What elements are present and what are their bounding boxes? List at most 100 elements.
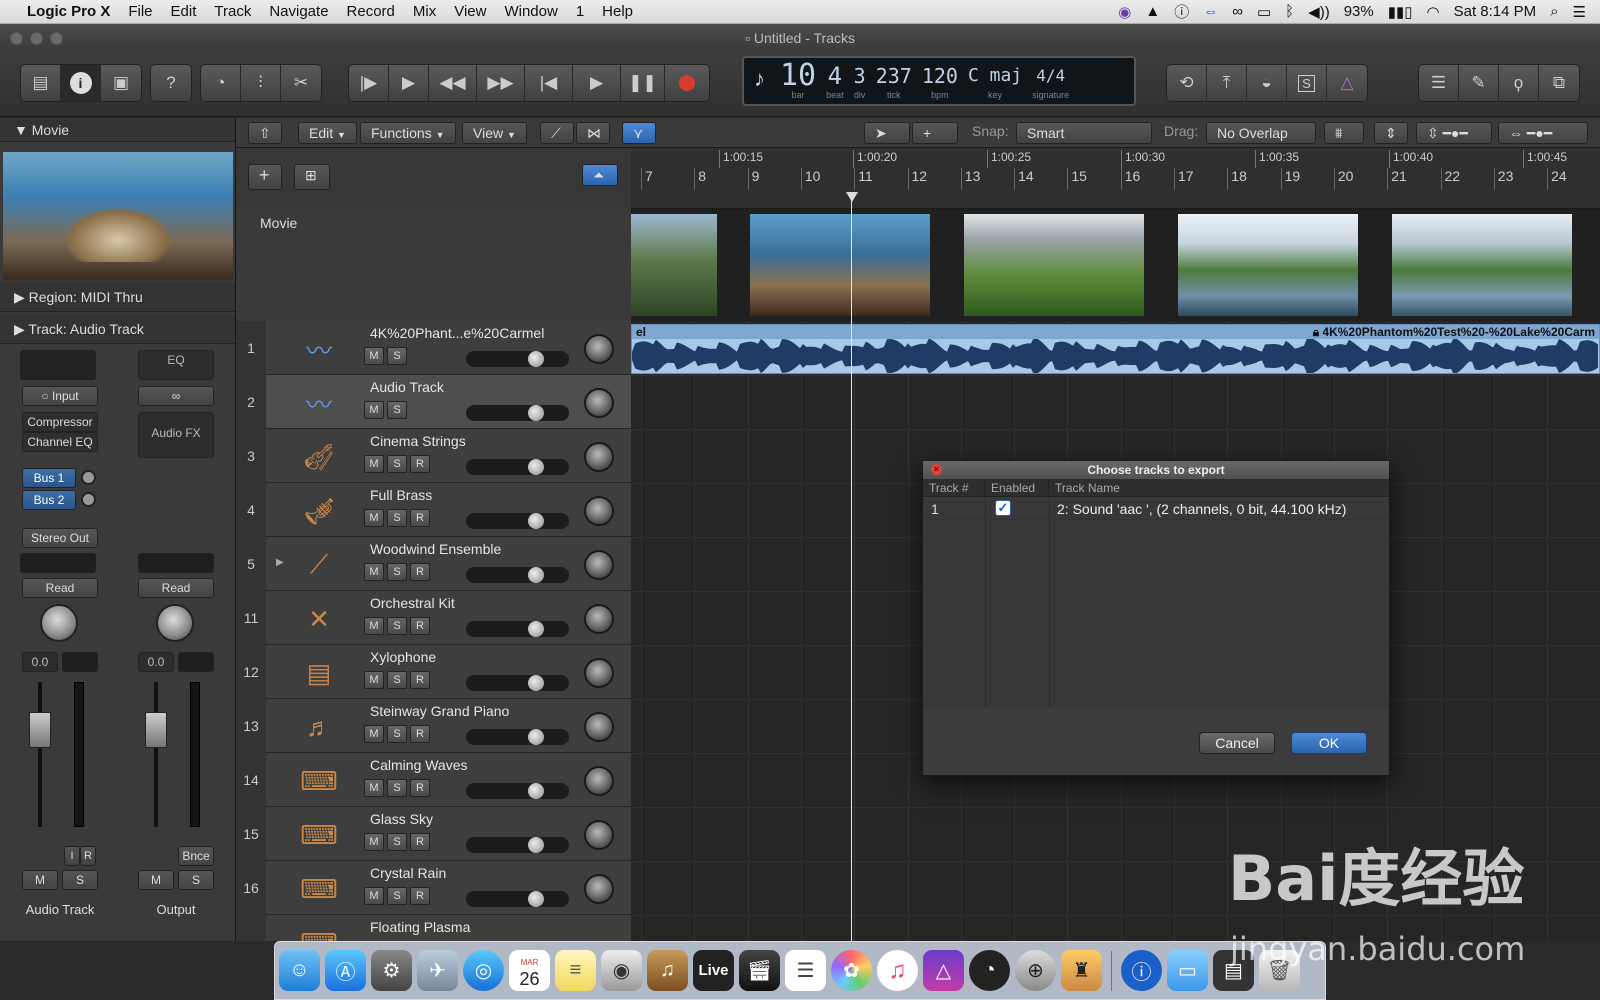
- track-pan-knob[interactable]: [584, 658, 614, 688]
- timeline-ruler[interactable]: 1:00:15 1:00:20 1:00:25 1:00:30 1:00:35 1:00:…: [631, 148, 1600, 209]
- bluetooth-icon[interactable]: ᛒ: [1285, 3, 1294, 20]
- browsers-button[interactable]: ⧉: [1539, 65, 1579, 101]
- track-name[interactable]: Xylophone: [370, 649, 436, 665]
- pan-knob[interactable]: [40, 604, 78, 642]
- smart-controls-button[interactable]: ◔: [201, 65, 241, 101]
- pencil-tool-menu[interactable]: +: [912, 122, 958, 144]
- menu-view[interactable]: View: [445, 3, 495, 20]
- track-volume-handle[interactable]: [528, 891, 544, 907]
- menu-1[interactable]: 1: [567, 3, 593, 20]
- track-header-row[interactable]: 15 ⌨ Glass Sky M S R: [236, 807, 631, 861]
- track-volume-handle[interactable]: [528, 729, 544, 745]
- track-header-row[interactable]: 1 〰 4K%20Phant...e%20Carmel M S: [236, 321, 631, 375]
- record-enable-button[interactable]: R: [410, 671, 430, 689]
- track-pan-knob[interactable]: [584, 766, 614, 796]
- final-cut-icon[interactable]: 🎬︎: [739, 950, 780, 991]
- solo-strip-button[interactable]: S: [62, 870, 98, 890]
- menu-record[interactable]: Record: [338, 3, 404, 20]
- solo-button[interactable]: S: [387, 671, 407, 689]
- photos-icon[interactable]: ✿: [831, 950, 872, 991]
- garageband-icon[interactable]: ♫: [647, 950, 688, 991]
- track-pan-knob[interactable]: [584, 496, 614, 526]
- menu-navigate[interactable]: Navigate: [260, 3, 337, 20]
- lcd-tempo[interactable]: 120: [922, 62, 958, 90]
- global-tracks-button[interactable]: ⏶: [582, 164, 618, 186]
- functions-menu[interactable]: Functions ▼: [360, 122, 456, 144]
- record-enable-button[interactable]: R: [410, 617, 430, 635]
- vertical-zoom-slider[interactable]: ⇳ ━●━: [1416, 122, 1492, 144]
- solo-button[interactable]: S: [387, 617, 407, 635]
- plugin-slot-compressor[interactable]: Compressor: [22, 412, 98, 432]
- bounce-button[interactable]: Bnce: [178, 846, 214, 866]
- view-menu[interactable]: View ▼: [462, 122, 527, 144]
- mute-button[interactable]: M: [364, 671, 384, 689]
- downloads-folder-icon[interactable]: ▭: [1167, 950, 1208, 991]
- track-volume-slider[interactable]: [466, 783, 569, 799]
- track-header-row[interactable]: 16 ⌨ Crystal Rain M S R: [236, 861, 631, 915]
- audio-fx-slot[interactable]: Audio FX: [138, 412, 214, 458]
- track-section-header[interactable]: ▶ Track: Audio Track: [0, 314, 235, 344]
- dialog-close-icon[interactable]: ×: [931, 464, 942, 475]
- send-bus-1[interactable]: Bus 1: [22, 468, 76, 488]
- track-header-row[interactable]: 5 ▶ ⟋ Woodwind Ensemble M S R: [236, 537, 631, 591]
- send-1-knob[interactable]: [81, 470, 96, 485]
- track-header-row[interactable]: 11 ✕ Orchestral Kit M S R: [236, 591, 631, 645]
- output-automation-mode[interactable]: Read: [138, 578, 214, 598]
- eq-display[interactable]: EQ: [138, 350, 214, 380]
- list-editors-button[interactable]: ☰: [1419, 65, 1459, 101]
- track-volume-handle[interactable]: [528, 837, 544, 853]
- track-volume-slider[interactable]: [466, 675, 569, 691]
- calendar-icon[interactable]: MAR 26: [509, 950, 550, 991]
- add-track-button[interactable]: +: [248, 164, 282, 190]
- track-pan-knob[interactable]: [584, 550, 614, 580]
- row-enabled-checkbox[interactable]: ✓: [995, 500, 1011, 516]
- track-header-row[interactable]: 13 ♬ Steinway Grand Piano M S R: [236, 699, 631, 753]
- output-mute-button[interactable]: M: [138, 870, 174, 890]
- ableton-live-icon[interactable]: Live: [693, 950, 734, 991]
- track-name[interactable]: 4K%20Phant...e%20Carmel: [370, 325, 544, 341]
- track-name[interactable]: Audio Track: [370, 379, 444, 395]
- track-header-row[interactable]: ⌨ Floating Plasma: [236, 915, 631, 941]
- track-pan-knob[interactable]: [584, 442, 614, 472]
- cycle-button[interactable]: ⟲: [1167, 65, 1207, 101]
- battery-icon[interactable]: ▮▮▯: [1388, 3, 1413, 21]
- record-enable-button[interactable]: R: [80, 846, 96, 866]
- airplay-icon[interactable]: ▭: [1257, 3, 1271, 21]
- track-header-row[interactable]: 4 🎺︎ Full Brass M S R: [236, 483, 631, 537]
- play-from-selection-button[interactable]: |▶: [349, 65, 389, 101]
- menu-app-logic[interactable]: Logic Pro X: [18, 3, 119, 20]
- record-enable-button[interactable]: R: [410, 887, 430, 905]
- output-group-slot[interactable]: [138, 553, 214, 573]
- flex-button[interactable]: ⋈: [576, 122, 610, 144]
- movie-thumbnails-lane[interactable]: [631, 209, 1600, 321]
- output-solo-button[interactable]: S: [178, 870, 214, 890]
- track-pan-knob[interactable]: [584, 604, 614, 634]
- tuner-button[interactable]: ◒: [1247, 65, 1287, 101]
- track-pan-knob[interactable]: [584, 874, 614, 904]
- track-name[interactable]: Full Brass: [370, 487, 432, 503]
- track-volume-handle[interactable]: [528, 351, 544, 367]
- safari-icon[interactable]: ◎: [463, 950, 504, 991]
- group-slot[interactable]: [20, 553, 96, 573]
- pointer-tool-menu[interactable]: ➤: [864, 122, 910, 144]
- minimize-window-button[interactable]: [30, 32, 43, 45]
- track-volume-slider[interactable]: [466, 621, 569, 637]
- mute-button[interactable]: M: [364, 563, 384, 581]
- mute-button[interactable]: M: [364, 617, 384, 635]
- mute-button[interactable]: M: [364, 779, 384, 797]
- track-pan-knob[interactable]: [584, 712, 614, 742]
- menubar-clock[interactable]: Sat 8:14 PM: [1454, 3, 1537, 20]
- region-section-header[interactable]: ▶ Region: MIDI Thru: [0, 282, 235, 312]
- fast-forward-button[interactable]: ▶▶: [477, 65, 525, 101]
- track-name[interactable]: Steinway Grand Piano: [370, 703, 509, 719]
- system-preferences-icon[interactable]: ⚙: [371, 950, 412, 991]
- status-drive-icon[interactable]: ▲: [1145, 3, 1160, 20]
- track-header-row[interactable]: 12 ▤ Xylophone M S R: [236, 645, 631, 699]
- record-enable-button[interactable]: R: [410, 455, 430, 473]
- waveform-zoom-button[interactable]: ⩩: [1324, 122, 1364, 144]
- track-volume-slider[interactable]: [466, 729, 569, 745]
- plugin-slot-channel-eq[interactable]: Channel EQ: [22, 432, 98, 452]
- track-volume-slider[interactable]: [466, 891, 569, 907]
- logic-pro-icon[interactable]: ◔: [969, 950, 1010, 991]
- solo-button[interactable]: S: [387, 563, 407, 581]
